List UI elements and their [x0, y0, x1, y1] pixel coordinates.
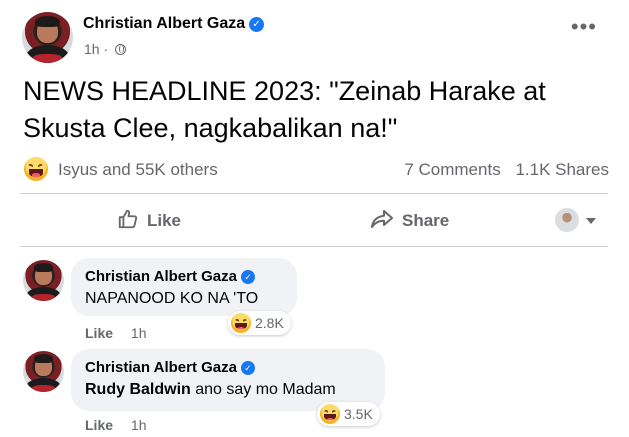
post-text: NEWS HEADLINE 2023: "Zeinab Harake at Sk… — [23, 76, 546, 143]
verified-badge-icon: ✓ — [240, 361, 255, 375]
share-button[interactable]: Share — [370, 208, 449, 236]
share-label: Share — [402, 211, 450, 230]
reactions-text[interactable]: Isyus and 55K others — [58, 160, 218, 180]
haha-reaction-icon — [231, 313, 251, 333]
comment-actions: Like 1h — [85, 417, 146, 433]
post-time[interactable]: 1h — [84, 41, 100, 57]
shares-count[interactable]: 1.1K Shares — [515, 160, 609, 179]
more-options-icon[interactable]: ••• — [571, 16, 597, 38]
verified-badge-icon: ✓ — [249, 17, 265, 32]
comment-author: Christian Albert Gaza ✓ — [85, 267, 283, 287]
comment-time[interactable]: 1h — [131, 417, 147, 433]
comment-author-name[interactable]: Christian Albert Gaza — [85, 359, 237, 376]
post-author-name[interactable]: Christian Albert Gaza — [83, 15, 245, 32]
divider — [20, 246, 608, 247]
mention-link[interactable]: Rudy Baldwin — [85, 381, 191, 398]
chevron-down-icon — [586, 218, 596, 224]
author-avatar[interactable] — [22, 12, 73, 63]
reaction-count: 2.8K — [255, 315, 284, 331]
comment-like-button[interactable]: Like — [85, 417, 113, 433]
haha-reaction-icon — [320, 404, 340, 424]
comment-reaction-count[interactable]: 2.8K — [228, 311, 291, 335]
comment-bubble: Christian Albert Gaza ✓ NAPANOOD KO NA 'T… — [71, 258, 297, 316]
comment-text-body: ano say mo Madam — [190, 381, 336, 398]
comment-actions: Like 1h — [85, 325, 146, 341]
like-button[interactable]: Like — [117, 208, 181, 236]
reactions-summary: Isyus and 55K others 7 Comments 1.1K Sha… — [24, 157, 609, 181]
comment-text: Rudy Baldwin ano say mo Madam — [85, 379, 371, 401]
engagement-counts: 7 Comments 1.1K Shares — [404, 160, 609, 180]
meta-separator: · — [103, 41, 109, 57]
haha-reaction-icon[interactable] — [24, 157, 48, 181]
comment-author: Christian Albert Gaza ✓ — [85, 358, 371, 378]
divider — [20, 193, 608, 194]
comment-author-name[interactable]: Christian Albert Gaza — [85, 268, 237, 285]
share-arrow-icon — [371, 210, 393, 228]
post-meta: 1h · — [84, 41, 127, 57]
mini-avatar — [555, 208, 579, 232]
like-label: Like — [147, 211, 182, 230]
globe-icon[interactable] — [115, 44, 127, 55]
verified-badge-icon: ✓ — [240, 270, 255, 284]
reaction-count: 3.5K — [344, 406, 373, 422]
thumbs-up-icon — [118, 209, 138, 229]
comment-reaction-count[interactable]: 3.5K — [317, 402, 380, 426]
comments-count[interactable]: 7 Comments — [404, 160, 500, 179]
comment-avatar[interactable] — [23, 260, 64, 301]
comment-avatar[interactable] — [23, 351, 64, 392]
comment-time[interactable]: 1h — [131, 325, 147, 341]
post-author[interactable]: Christian Albert Gaza ✓ — [83, 15, 265, 33]
comment-text: NAPANOOD KO NA 'TO — [85, 290, 259, 307]
comment-like-button[interactable]: Like — [85, 325, 113, 341]
